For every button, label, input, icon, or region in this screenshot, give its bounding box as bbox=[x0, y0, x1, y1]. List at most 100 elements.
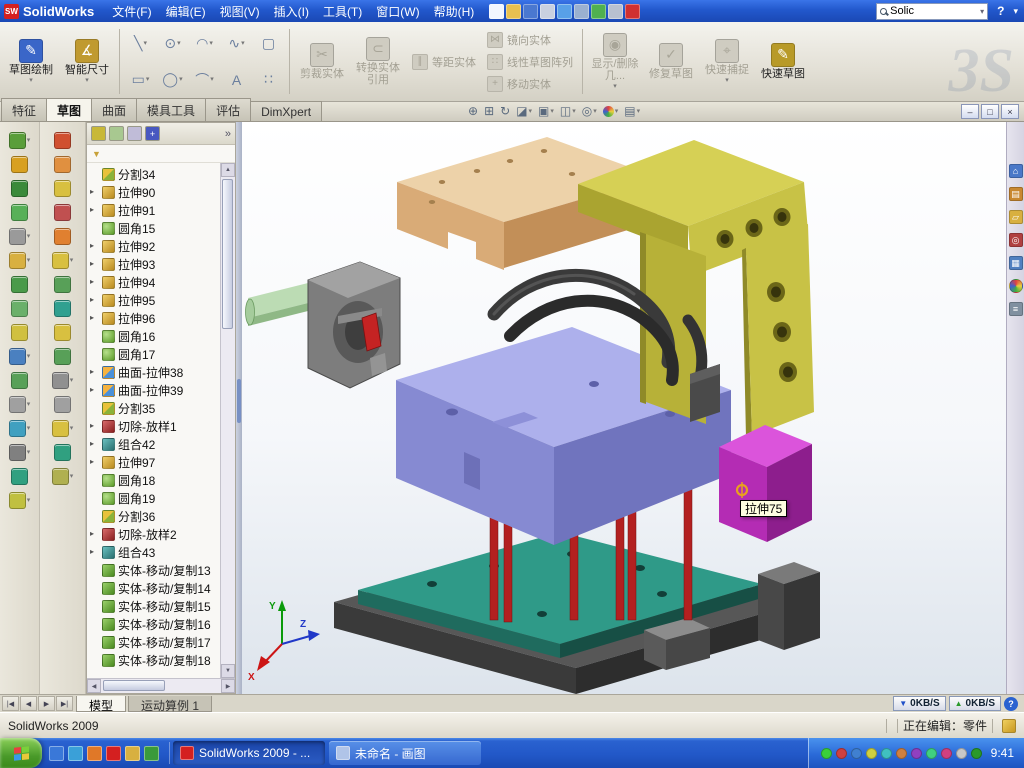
hide-show-items-icon[interactable]: ◎ bbox=[582, 104, 597, 118]
sheet-nav-button[interactable]: ▶ bbox=[38, 696, 55, 711]
tray-icon[interactable] bbox=[881, 748, 892, 759]
tool-button[interactable] bbox=[54, 324, 71, 341]
tool-button[interactable] bbox=[54, 228, 71, 245]
expand-arrow-icon[interactable] bbox=[90, 314, 99, 322]
feature-tree-item[interactable]: 实体-移动/复制16 bbox=[87, 615, 220, 633]
command-tab[interactable]: DimXpert bbox=[250, 101, 322, 121]
feature-tree-item[interactable]: 切除-放样1 bbox=[87, 417, 220, 435]
tool-button[interactable] bbox=[9, 444, 31, 461]
tool-button[interactable] bbox=[54, 132, 71, 149]
ribbon-button[interactable]: + 移动实体 bbox=[483, 75, 577, 93]
feature-tree-item[interactable]: 组合42 bbox=[87, 435, 220, 453]
tool-button[interactable] bbox=[9, 132, 31, 149]
folder-icon[interactable] bbox=[125, 746, 140, 761]
tray-icon[interactable] bbox=[941, 748, 952, 759]
help-red-icon[interactable] bbox=[625, 4, 640, 19]
search-dropdown-arrow-icon[interactable]: ▾ bbox=[980, 7, 984, 16]
dropdown-arrow-icon[interactable] bbox=[177, 40, 181, 47]
feature-tree-item[interactable]: 圆角17 bbox=[87, 345, 220, 363]
options-icon[interactable] bbox=[608, 4, 623, 19]
feature-tree-item[interactable]: 拉伸91 bbox=[87, 201, 220, 219]
menu-item[interactable]: 文件(F) bbox=[105, 1, 158, 22]
document-tab[interactable]: 模型 bbox=[76, 696, 126, 712]
dropdown-arrow-icon[interactable] bbox=[70, 377, 74, 384]
new-document-icon[interactable] bbox=[489, 4, 504, 19]
feature-tree-item[interactable]: 分割36 bbox=[87, 507, 220, 525]
ribbon-button[interactable]: ✂ 剪裁实体 bbox=[295, 25, 349, 98]
previous-view-icon[interactable]: ↻ bbox=[500, 104, 510, 118]
dimxpertmanager-tab-icon[interactable]: + bbox=[145, 126, 160, 141]
tool-button[interactable] bbox=[9, 492, 31, 509]
print-icon[interactable] bbox=[540, 4, 555, 19]
sketch-tool-button[interactable]: ∿ bbox=[221, 26, 252, 61]
expand-arrow-icon[interactable] bbox=[90, 206, 99, 214]
sketch-tool-button[interactable]: ∷ bbox=[253, 62, 284, 97]
tool-button[interactable] bbox=[54, 276, 71, 293]
feature-tree-item[interactable]: 拉伸95 bbox=[87, 291, 220, 309]
feature-tree-item[interactable]: 拉伸92 bbox=[87, 237, 220, 255]
file-explorer-icon[interactable]: ▱ bbox=[1009, 210, 1023, 224]
dropdown-arrow-icon[interactable] bbox=[27, 497, 31, 504]
display-style-icon[interactable]: ◫ bbox=[560, 104, 576, 118]
sketch-tool-button[interactable]: ◯ bbox=[157, 62, 188, 97]
tool-button[interactable] bbox=[11, 372, 28, 389]
feature-tree-item[interactable]: 分割35 bbox=[87, 399, 220, 417]
feature-tree-item[interactable]: 圆角16 bbox=[87, 327, 220, 345]
dropdown-arrow-icon[interactable] bbox=[27, 449, 31, 456]
command-tab[interactable]: 草图 bbox=[46, 98, 92, 121]
sheet-nav-button[interactable]: ◀ bbox=[20, 696, 37, 711]
dropdown-arrow-icon[interactable] bbox=[725, 77, 729, 84]
menu-item[interactable]: 视图(V) bbox=[213, 1, 267, 22]
expand-arrow-icon[interactable] bbox=[90, 278, 99, 286]
taskbar-task-button[interactable]: 未命名 - 画图 bbox=[329, 741, 481, 765]
menu-item[interactable]: 帮助(H) bbox=[427, 1, 482, 22]
tool-button[interactable] bbox=[11, 324, 28, 341]
open-icon[interactable] bbox=[506, 4, 521, 19]
dropdown-arrow-icon[interactable] bbox=[209, 40, 213, 47]
menu-item[interactable]: 窗口(W) bbox=[369, 1, 426, 22]
zoom-area-icon[interactable]: ⊞ bbox=[484, 104, 494, 118]
feature-tree-item[interactable]: 圆角15 bbox=[87, 219, 220, 237]
ribbon-button[interactable]: ∷ 线性草图阵列 bbox=[483, 53, 577, 71]
dropdown-arrow-icon[interactable] bbox=[70, 473, 74, 480]
save-icon[interactable] bbox=[523, 4, 538, 19]
sketch-tool-button[interactable]: ▭ bbox=[125, 62, 156, 97]
ribbon-button[interactable]: ✎ 快速草图 bbox=[756, 25, 810, 98]
dropdown-arrow-icon[interactable] bbox=[529, 108, 533, 115]
feature-tree-item[interactable]: 实体-移动/复制17 bbox=[87, 633, 220, 651]
dropdown-arrow-icon[interactable] bbox=[637, 108, 641, 115]
search-box[interactable]: ▾ bbox=[876, 3, 988, 20]
start-button[interactable] bbox=[0, 738, 42, 768]
scrollbar-thumb[interactable] bbox=[103, 680, 165, 691]
feature-tree-item[interactable]: 拉伸94 bbox=[87, 273, 220, 291]
viewport-3d[interactable]: Y Z X 拉伸75 bbox=[242, 122, 1006, 694]
cylinder-clamp-assembly[interactable] bbox=[246, 262, 401, 388]
tray-icon[interactable] bbox=[911, 748, 922, 759]
command-tab[interactable]: 评估 bbox=[205, 98, 251, 121]
tool-button[interactable] bbox=[9, 420, 31, 437]
internet-explorer-icon[interactable] bbox=[49, 746, 64, 761]
solidworks-resources-icon[interactable]: ⌂ bbox=[1009, 164, 1023, 178]
dropdown-arrow-icon[interactable] bbox=[146, 76, 150, 83]
edit-appearance-icon[interactable]: ● bbox=[603, 106, 619, 117]
tool-button[interactable] bbox=[11, 204, 28, 221]
tool-button[interactable] bbox=[11, 468, 28, 485]
command-tab[interactable]: 模具工具 bbox=[136, 98, 206, 121]
minimize-button[interactable]: – bbox=[961, 104, 979, 119]
feature-tree-item[interactable]: 拉伸96 bbox=[87, 309, 220, 327]
tool-button[interactable] bbox=[11, 156, 28, 173]
expand-arrow-icon[interactable] bbox=[90, 188, 99, 196]
search-input[interactable] bbox=[890, 5, 977, 17]
view-palette-icon[interactable]: ▦ bbox=[1009, 256, 1023, 270]
feature-tree-item[interactable]: 实体-移动/复制18 bbox=[87, 651, 220, 669]
tray-icon[interactable] bbox=[851, 748, 862, 759]
dropdown-arrow-icon[interactable] bbox=[179, 76, 183, 83]
feature-tree-item[interactable]: 圆角18 bbox=[87, 471, 220, 489]
tool-button[interactable] bbox=[52, 372, 74, 389]
expand-arrow-icon[interactable] bbox=[90, 368, 99, 376]
ribbon-button[interactable]: ⋈ 镜向实体 bbox=[483, 31, 577, 49]
feature-tree-item[interactable]: 拉伸93 bbox=[87, 255, 220, 273]
tool-button[interactable] bbox=[52, 252, 74, 269]
expand-arrow-icon[interactable] bbox=[90, 260, 99, 268]
tool-button[interactable] bbox=[54, 180, 71, 197]
